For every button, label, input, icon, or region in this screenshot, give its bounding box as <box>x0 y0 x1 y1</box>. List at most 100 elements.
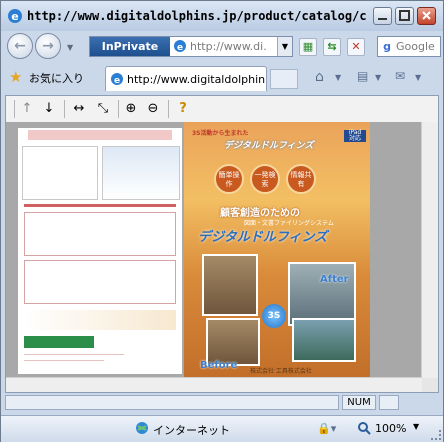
page1-text-line <box>24 354 124 355</box>
cover-brand-logo: デジタルドルフィンズ <box>224 141 314 151</box>
page1-screenshot <box>102 146 180 200</box>
title-bar: e http://www.digitaldolphins.jp/product/… <box>1 1 443 31</box>
maximize-button[interactable] <box>395 7 414 25</box>
inprivate-badge: InPrivate <box>90 37 170 56</box>
document-viewer[interactable]: 3S活動から生まれた デジタルドルフィンズ iPad 対応 簡単操作 一発検索 情… <box>6 122 438 392</box>
minimize-button[interactable] <box>373 7 392 25</box>
3s-badge: 3S <box>262 304 286 328</box>
home-icon[interactable]: ⌂ <box>315 69 324 85</box>
refresh-icon: ⇆ <box>327 40 337 53</box>
num-lock-indicator: NUM <box>342 395 376 410</box>
minimize-icon <box>378 18 387 20</box>
search-placeholder: Google <box>396 40 435 53</box>
toolbar-divider <box>64 100 65 118</box>
feature-hex: 簡単操作 <box>214 164 244 194</box>
address-bar[interactable]: InPrivate e http://www.di... ▼ <box>89 36 293 57</box>
svg-text:e: e <box>177 43 183 53</box>
document-page-2-cover: 3S活動から生まれた デジタルドルフィンズ iPad 対応 簡単操作 一発検索 情… <box>184 122 370 378</box>
before-label: Before <box>200 360 238 371</box>
page1-diagram <box>22 146 98 200</box>
zoom-level[interactable]: 100% <box>375 422 406 435</box>
security-zone[interactable]: インターネット <box>153 422 230 438</box>
page1-text-line <box>24 360 104 361</box>
mail-dropdown-icon[interactable]: ▼ <box>415 73 421 82</box>
search-box[interactable]: g Google <box>377 36 441 57</box>
close-icon <box>422 11 431 20</box>
address-dropdown-icon[interactable]: ▼ <box>277 37 292 56</box>
maximize-icon <box>399 10 410 21</box>
zoom-in-icon[interactable]: ⊕ <box>122 100 140 118</box>
window-title: http://www.digitaldolphins.jp/product/ca… <box>27 9 367 23</box>
toolbar-divider <box>14 100 15 118</box>
back-icon: ← <box>14 38 26 54</box>
new-tab-button[interactable] <box>270 69 298 89</box>
page1-header-bar <box>28 130 172 140</box>
page1-table <box>24 212 176 256</box>
zoom-dropdown-icon[interactable]: ▼ <box>413 422 419 431</box>
fit-page-icon[interactable]: ⤡ <box>94 100 112 118</box>
help-icon[interactable]: ? <box>174 100 192 118</box>
page1-section-rule <box>24 204 176 207</box>
resize-grip-icon[interactable] <box>431 430 441 440</box>
svg-text:g: g <box>383 40 391 53</box>
zoom-out-icon[interactable]: ⊖ <box>144 100 162 118</box>
status-message <box>5 395 339 410</box>
refresh-button[interactable]: ⇆ <box>323 38 341 56</box>
favorites-button[interactable]: お気に入り <box>29 70 84 86</box>
navigation-bar: ← → ▼ InPrivate e http://www.di... ▼ ▦ ⇆… <box>1 31 443 63</box>
cover-tagline: 3S活動から生まれた <box>192 130 249 137</box>
toolbar-divider <box>118 100 119 118</box>
feature-hex: 情報共有 <box>286 164 316 194</box>
arrow-up-icon[interactable]: ↑ <box>18 100 36 118</box>
browser-status-bar: インターネット 🔒▾ 100% ▼ <box>1 415 443 442</box>
toolbar-divider <box>168 100 169 118</box>
compatibility-icon: ▦ <box>302 40 314 53</box>
status-cell <box>379 395 399 410</box>
feeds-icon[interactable]: ▤ <box>357 69 368 83</box>
fit-width-icon[interactable]: ↔ <box>70 100 88 118</box>
close-button[interactable] <box>417 7 436 25</box>
after-label: After <box>320 274 349 285</box>
feature-hex: 一発検索 <box>250 164 280 194</box>
forward-button[interactable]: → <box>35 33 61 59</box>
history-dropdown-icon[interactable]: ▼ <box>67 43 73 52</box>
protected-mode-icon[interactable]: 🔒▾ <box>317 422 336 435</box>
browser-window: e http://www.digitaldolphins.jp/product/… <box>0 0 444 442</box>
document-page-1 <box>18 128 182 374</box>
cover-photo <box>292 318 356 362</box>
arrow-down-icon[interactable]: ↓ <box>40 100 58 118</box>
page1-logos <box>24 310 176 330</box>
stop-icon: ✕ <box>351 40 361 53</box>
cover-headline: 顧客創造のための <box>220 208 300 219</box>
tab-ie-icon: e <box>111 73 123 86</box>
vertical-scrollbar[interactable] <box>421 122 438 378</box>
favorites-star-icon[interactable]: ★ <box>9 68 22 86</box>
horizontal-scrollbar[interactable] <box>6 377 422 392</box>
cover-photo <box>288 262 356 326</box>
cover-product-name: デジタルドルフィンズ <box>198 230 328 245</box>
page1-contact-bar <box>24 336 94 348</box>
compatibility-view-button[interactable]: ▦ <box>299 38 317 56</box>
feeds-dropdown-icon[interactable]: ▼ <box>375 73 381 82</box>
cover-company: 株式会社 工具株式会社 <box>250 368 312 375</box>
ipad-badge: iPad 対応 <box>344 130 366 142</box>
page-ie-icon: e <box>174 40 186 53</box>
viewer-status-bar: NUM <box>1 393 443 413</box>
page1-table <box>24 260 176 304</box>
back-button[interactable]: ← <box>7 33 33 59</box>
zoom-icon[interactable] <box>357 421 371 435</box>
mail-icon[interactable]: ✉ <box>395 69 405 83</box>
content-area: ↑ ↓ ↔ ⤡ ⊕ ⊖ ? 3S活動から生まれた デジタルドルフィンズ iPad… <box>5 95 439 393</box>
cover-photo <box>202 254 258 316</box>
favorites-bar: ★ お気に入り e http://www.digitaldolphin... ⌂… <box>1 63 443 91</box>
google-icon: g <box>380 39 394 53</box>
stop-button[interactable]: ✕ <box>347 38 365 56</box>
svg-text:e: e <box>114 76 120 86</box>
home-dropdown-icon[interactable]: ▼ <box>335 73 341 82</box>
tab-title: http://www.digitaldolphin... <box>127 73 265 86</box>
scrollbar-corner <box>422 378 438 392</box>
svg-text:e: e <box>11 10 18 23</box>
browser-tab[interactable]: e http://www.digitaldolphin... <box>105 66 267 91</box>
address-text: http://www.di... <box>190 40 268 53</box>
cover-photo <box>206 318 260 366</box>
